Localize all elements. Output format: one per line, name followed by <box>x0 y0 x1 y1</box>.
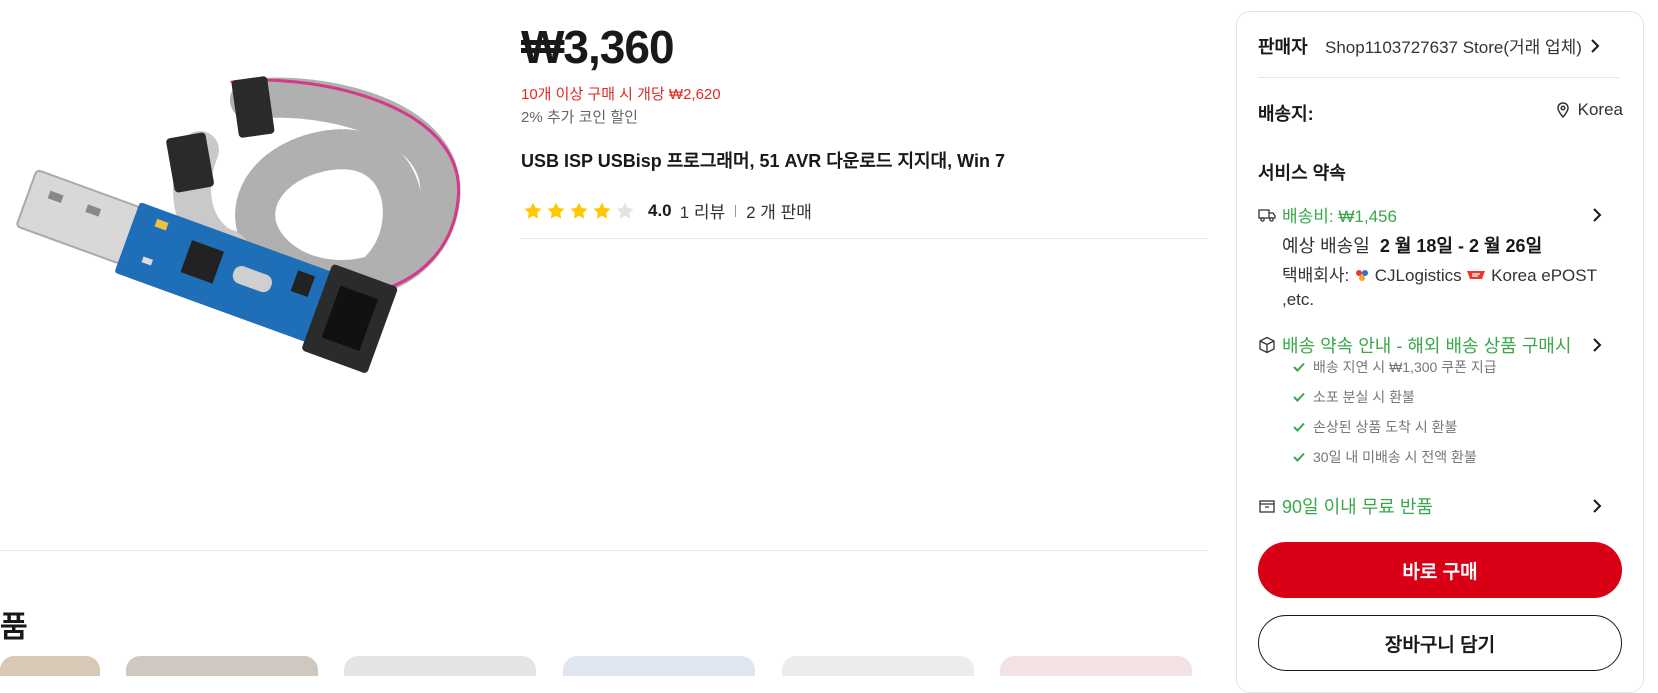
promise-item: 손상된 상품 도착 시 환불 <box>1293 417 1457 437</box>
related-thumb[interactable] <box>344 656 536 676</box>
ship-to-label: 배송지: <box>1258 104 1314 124</box>
related-thumb[interactable] <box>126 656 318 676</box>
related-products-title: 품 <box>0 611 28 644</box>
product-price: ₩3,360 <box>521 21 675 73</box>
promise-item-text: 손상된 상품 도착 시 환불 <box>1313 419 1458 435</box>
panel-divider <box>1258 77 1620 78</box>
related-thumb[interactable] <box>782 656 974 676</box>
box-icon <box>1259 336 1275 354</box>
check-icon <box>1293 392 1305 402</box>
cj-logo-icon <box>1356 270 1369 281</box>
chevron-right-icon <box>1593 499 1602 513</box>
promise-item: 배송 지연 시 ₩1,300 쿠폰 지급 <box>1293 357 1497 377</box>
title-divider <box>521 238 1208 239</box>
free-return-row[interactable]: 90일 이내 무료 반품 <box>1258 493 1622 519</box>
carrier-label: 택배회사: <box>1282 266 1350 285</box>
ship-destination-text: Korea <box>1577 100 1623 119</box>
ship-destination[interactable]: Korea <box>1556 100 1623 120</box>
product-image[interactable] <box>0 0 470 470</box>
buy-now-button[interactable]: 바로 구매 <box>1258 542 1622 598</box>
seller-label: 판매자 <box>1258 37 1308 57</box>
shipping-fee: 배송비: ₩1,456 <box>1282 207 1397 226</box>
carrier-cj: CJLogistics <box>1374 266 1462 285</box>
coin-discount: 2% 추가 코인 할인 <box>521 109 638 126</box>
rating-value: 4.0 <box>648 200 672 220</box>
rating-row[interactable]: 4.0 1 리뷰 2 개 판매 <box>523 198 812 223</box>
bulk-price-note: 10개 이상 구매 시 개당 ₩2,620 <box>521 86 721 103</box>
sold-count: 2 개 판매 <box>746 203 812 222</box>
review-count[interactable]: 1 리뷰 <box>680 198 725 223</box>
check-icon <box>1293 362 1305 372</box>
truck-icon <box>1258 208 1276 222</box>
location-pin-icon <box>1556 102 1569 118</box>
product-title: USB ISP USBisp 프로그래머, 51 AVR 다운로드 지지대, W… <box>521 151 1005 171</box>
promise-item: 30일 내 미배송 시 전액 환불 <box>1293 447 1477 467</box>
chevron-right-icon <box>1591 38 1600 53</box>
star-filled-icon <box>570 202 588 219</box>
service-promise-title: 서비스 약속 <box>1258 163 1346 183</box>
delivery-promise-title: 배송 약속 안내 - 해외 배송 상품 구매시 <box>1282 336 1572 356</box>
free-return-text: 90일 이내 무료 반품 <box>1282 497 1433 517</box>
check-icon <box>1293 422 1305 432</box>
check-icon <box>1293 452 1305 462</box>
seller-link[interactable]: Shop1103727637 Store(거래 업체) <box>1325 33 1600 58</box>
star-filled-icon <box>547 202 565 219</box>
related-thumb[interactable] <box>0 656 100 676</box>
estimated-delivery: 예상 배송일 2 월 18일 - 2 월 26일 <box>1282 232 1542 258</box>
related-thumb[interactable] <box>1000 656 1192 676</box>
seller-name: Shop1103727637 Store(거래 업체) <box>1325 38 1582 57</box>
promise-item-text: 소포 분실 시 환불 <box>1313 389 1415 405</box>
separator <box>735 204 737 217</box>
eta-range: 2 월 18일 - 2 월 26일 <box>1379 236 1543 256</box>
star-filled-icon <box>593 202 611 219</box>
section-divider <box>0 550 1208 551</box>
epost-logo-icon <box>1467 271 1486 279</box>
promise-item: 소포 분실 시 환불 <box>1293 387 1415 407</box>
delivery-promise-row[interactable]: 배송 약속 안내 - 해외 배송 상품 구매시 <box>1258 332 1622 358</box>
add-to-cart-button[interactable]: 장바구니 담기 <box>1258 615 1622 671</box>
promise-item-text: 배송 지연 시 ₩1,300 쿠폰 지급 <box>1313 359 1497 375</box>
shipping-fee-row[interactable]: 배송비: ₩1,456 <box>1258 202 1622 227</box>
chevron-right-icon <box>1593 207 1602 222</box>
star-empty-icon <box>616 202 634 219</box>
carrier-info: 택배회사: CJLogistics Korea ePOST ,etc. <box>1282 264 1612 312</box>
eta-label: 예상 배송일 <box>1282 236 1370 256</box>
star-filled-icon <box>524 202 542 219</box>
related-thumb[interactable] <box>563 656 755 676</box>
return-box-icon <box>1259 500 1275 513</box>
purchase-panel: 판매자 Shop1103727637 Store(거래 업체) 배송지: Kor… <box>1236 11 1644 693</box>
promise-item-text: 30일 내 미배송 시 전액 환불 <box>1313 449 1477 465</box>
chevron-right-icon <box>1593 338 1602 352</box>
